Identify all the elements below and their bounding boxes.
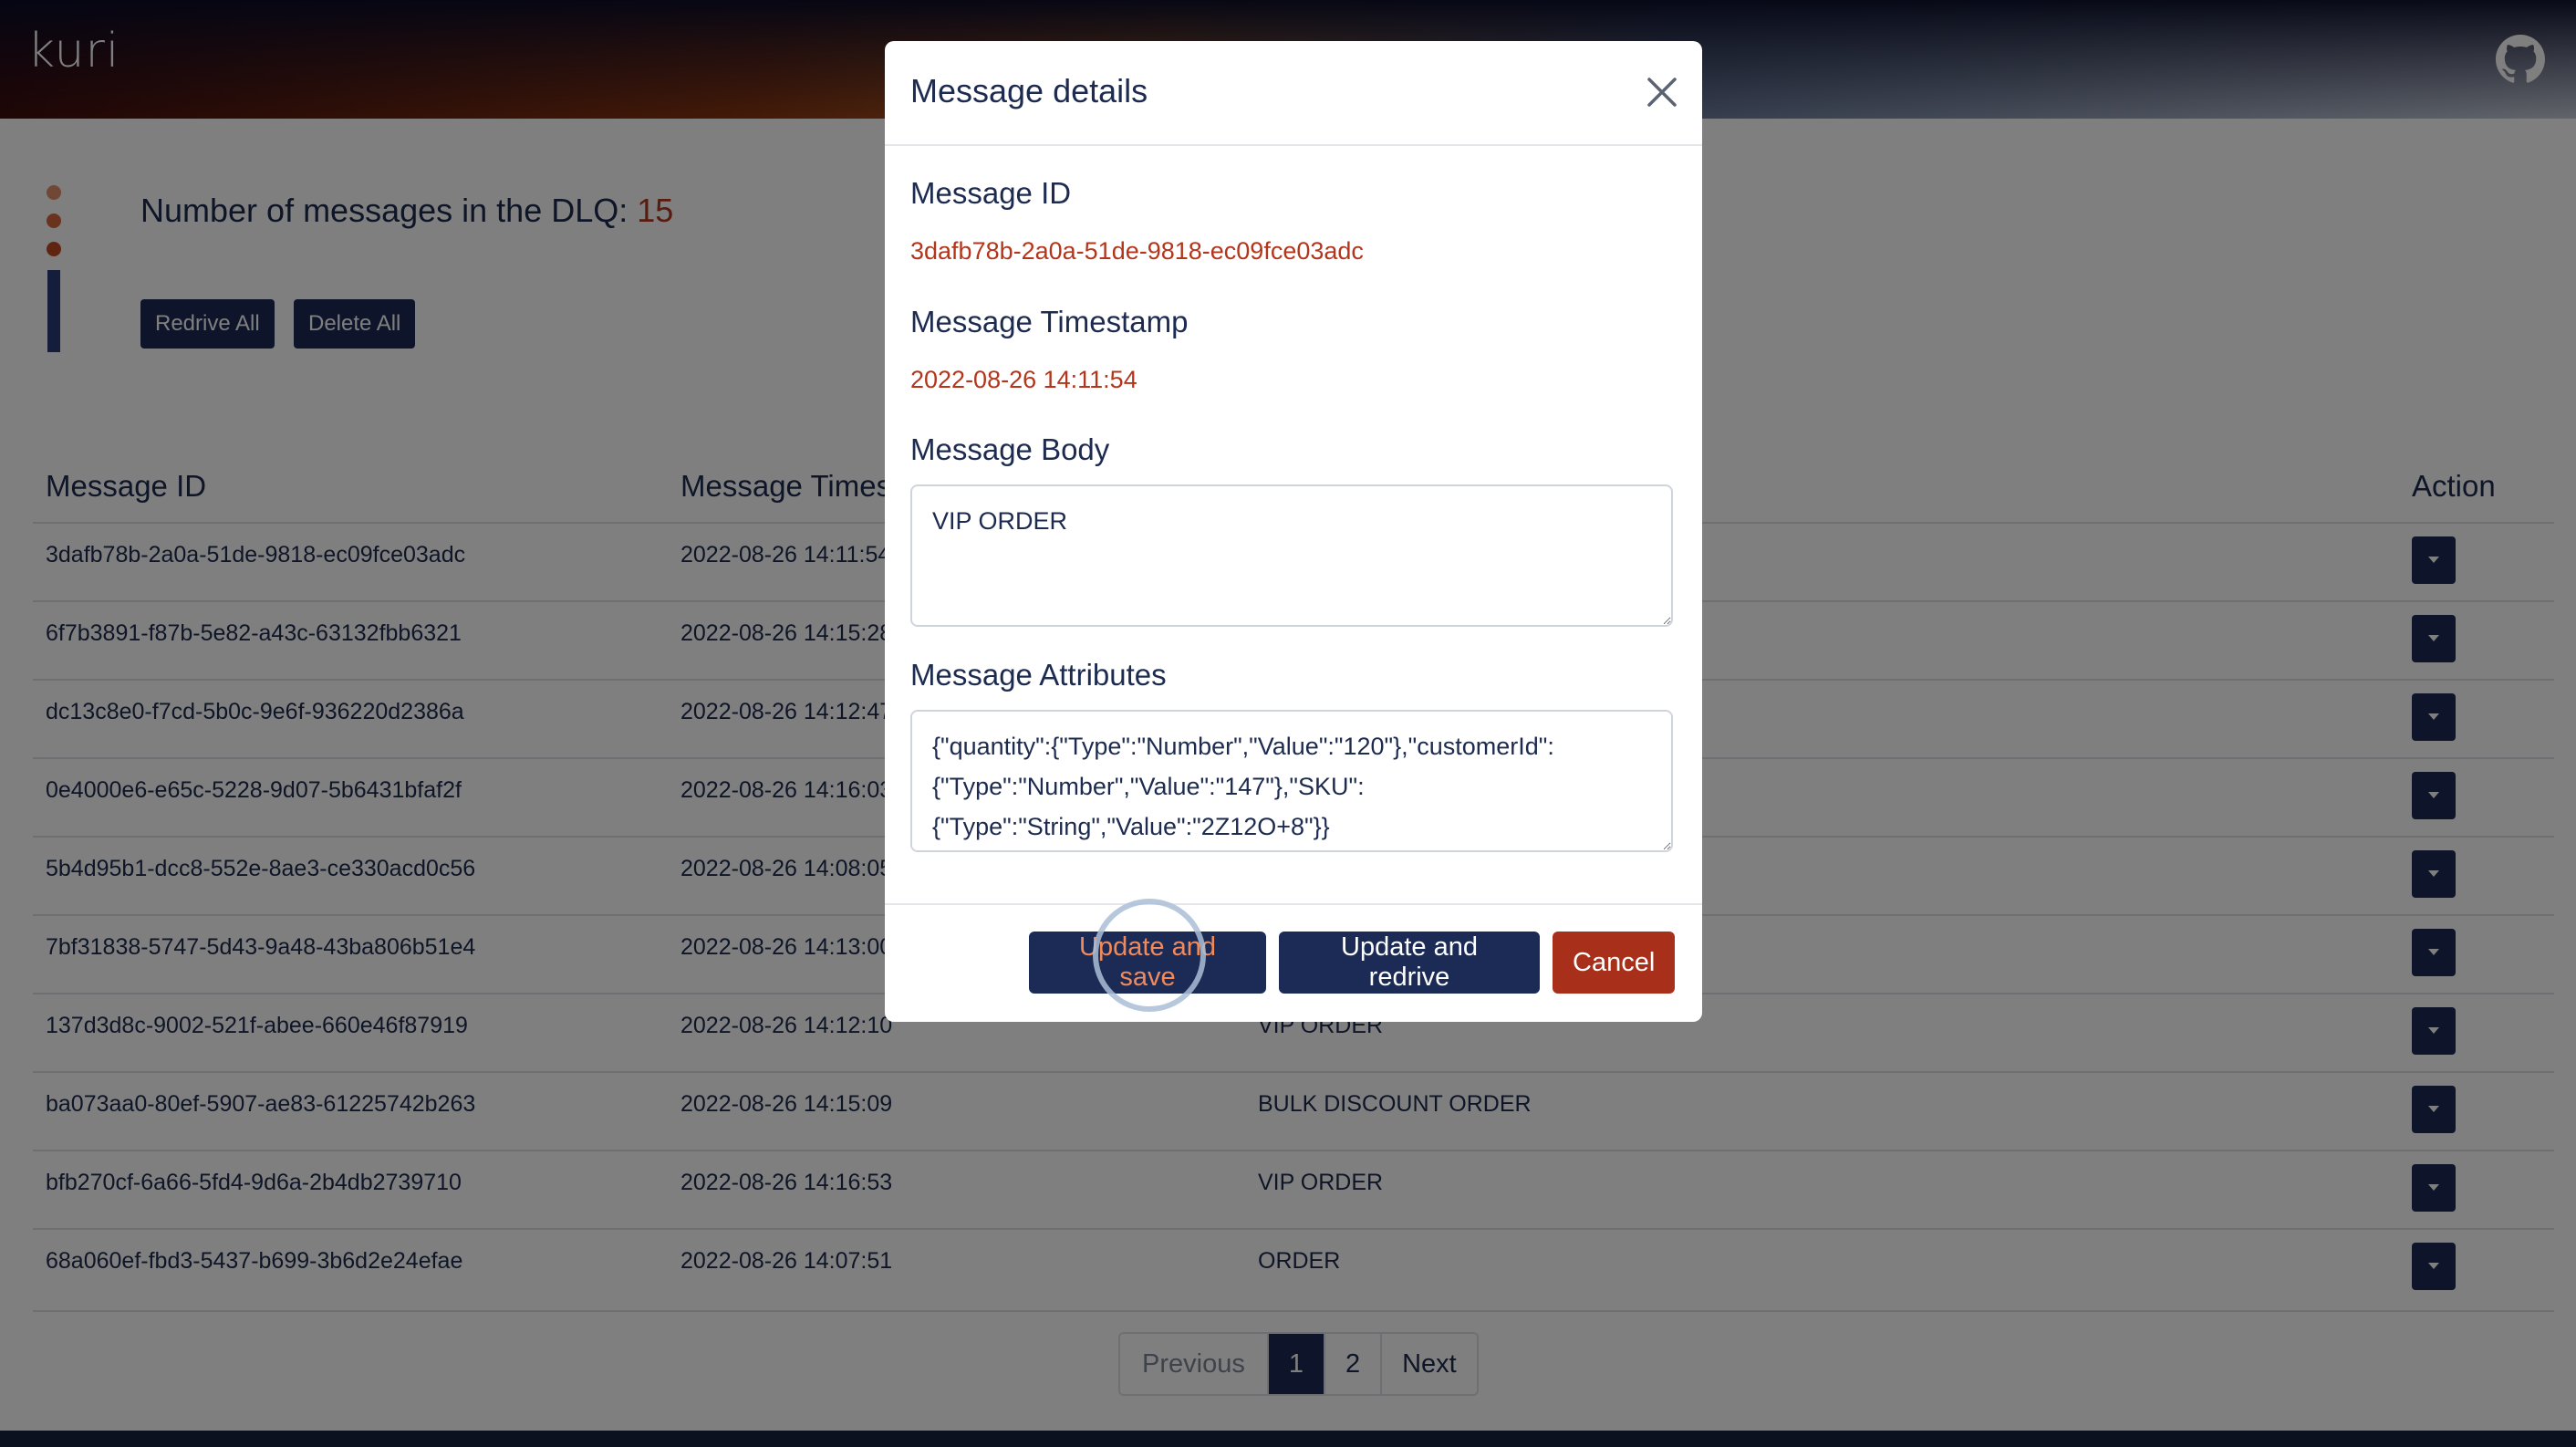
message-timestamp-label: Message Timestamp [910,305,1189,338]
message-id-value: 3dafb78b-2a0a-51de-9818-ec09fce03adc [910,237,1364,265]
message-body-label: Message Body [910,432,1110,466]
modal-footer-divider [885,903,1702,905]
click-indicator [1093,899,1206,1012]
message-details-modal: Message details Message ID 3dafb78b-2a0a… [885,41,1702,1022]
modal-title: Message details [910,72,1148,109]
update-and-redrive-button[interactable]: Update and redrive [1279,932,1540,994]
message-timestamp-value: 2022-08-26 14:11:54 [910,366,1137,393]
message-attributes-label: Message Attributes [910,658,1167,692]
message-body-textarea[interactable]: VIP ORDER [910,484,1673,627]
message-attributes-textarea[interactable]: {"quantity":{"Type":"Number","Value":"12… [910,710,1673,852]
modal-header-divider [885,144,1702,146]
cancel-button[interactable]: Cancel [1553,932,1675,994]
message-id-label: Message ID [910,176,1072,210]
close-icon[interactable] [1644,74,1680,110]
